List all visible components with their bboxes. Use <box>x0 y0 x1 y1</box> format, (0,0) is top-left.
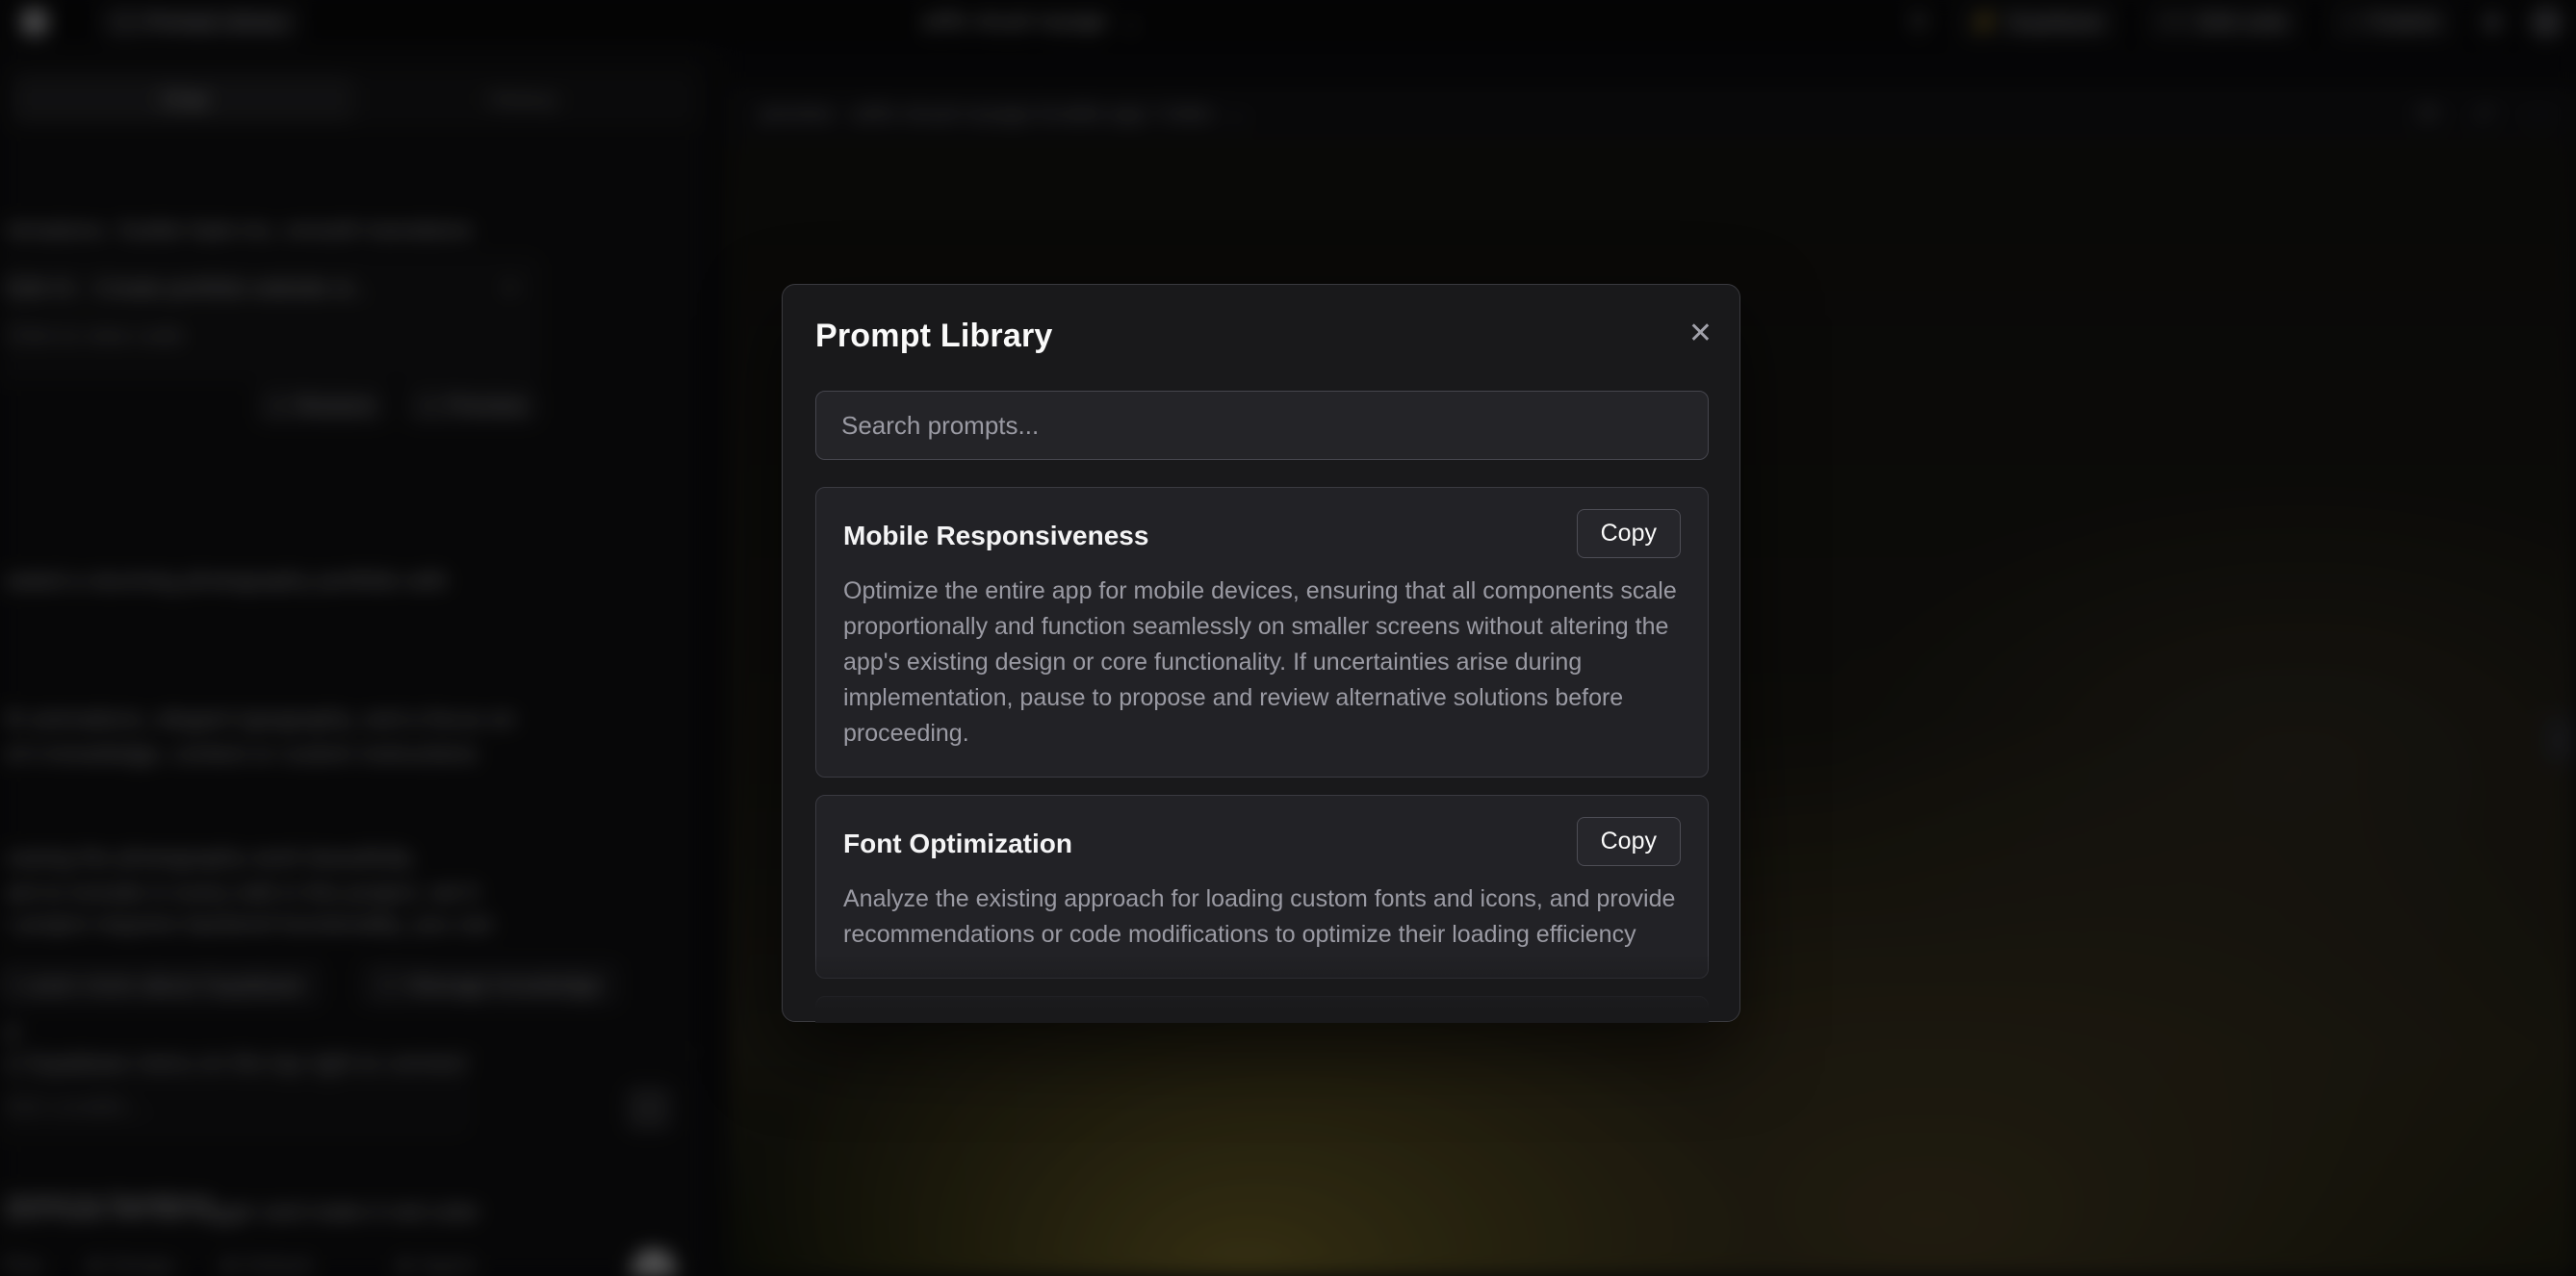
search-input[interactable] <box>815 391 1709 460</box>
modal-title: Prompt Library <box>815 318 1053 355</box>
prompt-card-font-optimization[interactable]: Font Optimization Copy Analyze the exist… <box>815 795 1709 979</box>
copy-button[interactable]: Copy <box>1577 509 1681 558</box>
scroll-fade <box>815 954 1709 1023</box>
close-icon[interactable]: ✕ <box>1688 319 1713 348</box>
prompt-title: Font Optimization <box>843 829 1072 859</box>
prompt-library-modal: Prompt Library ✕ Mobile Responsiveness C… <box>782 284 1740 1022</box>
prompt-title: Mobile Responsiveness <box>843 521 1148 551</box>
copy-button[interactable]: Copy <box>1577 817 1681 866</box>
prompt-body: Optimize the entire app for mobile devic… <box>843 574 1681 752</box>
app-screen: Prompt Library artfo visual voyage ⌄ ⚙ ⚡… <box>0 0 2576 1276</box>
prompt-list: Mobile Responsiveness Copy Optimize the … <box>815 487 1709 1023</box>
prompt-body: Analyze the existing approach for loadin… <box>843 881 1681 953</box>
prompt-card-mobile-responsiveness[interactable]: Mobile Responsiveness Copy Optimize the … <box>815 487 1709 778</box>
